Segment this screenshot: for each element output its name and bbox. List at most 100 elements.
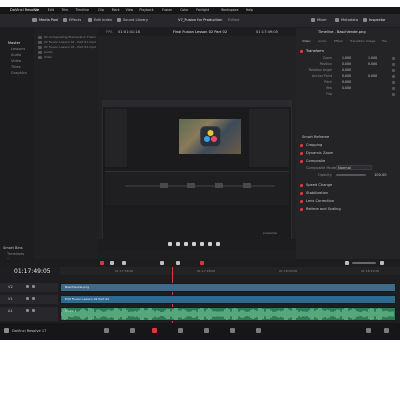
section-dynamic-zoom[interactable]: Dynamic Zoom xyxy=(306,151,333,155)
section-toggle-icon[interactable] xyxy=(300,151,303,155)
sound-library-icon[interactable] xyxy=(117,18,121,22)
play-reverse-icon[interactable] xyxy=(184,242,188,246)
reset-icon[interactable] xyxy=(392,80,395,84)
zoom-out-icon[interactable] xyxy=(345,261,349,265)
mixer-icon[interactable] xyxy=(311,18,315,22)
clip-item[interactable]: Audio xyxy=(44,50,53,54)
menu-item-mark[interactable]: Mark xyxy=(112,8,120,12)
effects-icon[interactable] xyxy=(63,18,67,22)
transform-section-title[interactable]: Transform xyxy=(306,49,324,53)
clip-item[interactable]: 02 Compositing Elements in Fusion Part 0… xyxy=(44,35,96,39)
bin-titles[interactable]: Titles xyxy=(11,65,21,69)
fairlight-page-icon[interactable] xyxy=(230,328,235,333)
timeline-clip[interactable]: Edit Fusion Lesson 02 Part 02 xyxy=(60,295,396,304)
timeline-clip[interactable]: Baschlende.png xyxy=(60,283,396,292)
track-lock-icon[interactable] xyxy=(26,297,29,300)
menu-item-timeline[interactable]: Timeline xyxy=(75,8,89,12)
section-toggle-icon[interactable] xyxy=(300,143,303,147)
track-toggle-icon[interactable] xyxy=(32,297,35,300)
reset-icon[interactable] xyxy=(392,86,395,90)
transform-y-value[interactable]: 0.000 xyxy=(368,62,377,66)
bin-video[interactable]: Video xyxy=(11,59,21,63)
section-retime-and-scaling[interactable]: Retime and Scaling xyxy=(306,207,341,211)
media-page-icon[interactable] xyxy=(104,328,109,333)
menu-item-workspace[interactable]: Workspace xyxy=(221,8,238,12)
menu-item-color[interactable]: Color xyxy=(180,8,188,12)
edit-page-icon[interactable] xyxy=(152,328,157,333)
menu-item-fusion[interactable]: Fusion xyxy=(162,8,172,12)
flag-icon[interactable] xyxy=(200,261,204,265)
zoom-in-icon[interactable] xyxy=(380,261,384,265)
mixer-button[interactable]: Mixer xyxy=(317,18,327,22)
transform-x-value[interactable]: 0.000 xyxy=(342,80,351,84)
reset-icon[interactable] xyxy=(392,62,395,66)
bin-graphics[interactable]: Graphics xyxy=(11,71,27,75)
section-toggle-icon[interactable] xyxy=(300,159,303,163)
opacity-slider[interactable] xyxy=(336,174,366,176)
selection-tool-icon[interactable] xyxy=(100,261,104,265)
transform-x-value[interactable]: 0.000 xyxy=(342,68,351,72)
section-toggle-icon[interactable] xyxy=(300,207,303,211)
menu-item-trim[interactable]: Trim xyxy=(62,8,69,12)
zoom-slider[interactable] xyxy=(352,262,376,264)
menu-item-file[interactable]: File xyxy=(34,8,39,12)
section-toggle-icon[interactable] xyxy=(300,199,303,203)
opacity-value[interactable]: 100.00 xyxy=(374,173,387,177)
transform-toggle-icon[interactable] xyxy=(300,50,303,53)
transform-y-value[interactable]: 0.000 xyxy=(368,74,377,78)
tab-transition[interactable]: Transition xyxy=(350,39,365,43)
reset-icon[interactable] xyxy=(392,92,395,96)
inspector-icon[interactable] xyxy=(363,18,367,22)
menu-item-help[interactable]: Help xyxy=(246,8,253,12)
bin-audio[interactable]: Audio xyxy=(11,53,21,57)
metadata-button[interactable]: Metadata xyxy=(341,18,358,22)
transform-y-value[interactable]: 1.000 xyxy=(368,56,377,60)
reset-icon[interactable] xyxy=(392,56,395,60)
step-forward-icon[interactable] xyxy=(208,242,212,246)
tab-effect[interactable]: Effect xyxy=(334,39,343,43)
play-icon[interactable] xyxy=(200,242,204,246)
sound-library-button[interactable]: Sound Library xyxy=(123,18,148,22)
transform-x-value[interactable]: 0.000 xyxy=(342,74,351,78)
link-icon[interactable] xyxy=(176,261,180,265)
clip-item[interactable]: Video xyxy=(44,55,52,59)
media-pool-button[interactable]: Media Pool xyxy=(39,18,58,22)
trim-tool-icon[interactable] xyxy=(110,261,114,265)
fusion-page-icon[interactable] xyxy=(178,328,183,333)
transform-x-value[interactable]: 1.000 xyxy=(342,56,351,60)
transform-x-value[interactable]: 0.000 xyxy=(342,62,351,66)
menu-item-clip[interactable]: Clip xyxy=(98,8,104,12)
section-composite[interactable]: Composite xyxy=(306,159,325,163)
track-lock-icon[interactable] xyxy=(26,309,29,312)
tab-audio[interactable]: Audio xyxy=(318,39,327,43)
section-cropping[interactable]: Cropping xyxy=(306,143,322,147)
track-toggle-icon[interactable] xyxy=(32,285,35,288)
bin-master[interactable]: Master xyxy=(8,41,20,45)
deliver-page-icon[interactable] xyxy=(256,328,261,333)
reset-icon[interactable] xyxy=(392,74,395,78)
transform-x-value[interactable]: 0.000 xyxy=(342,86,351,90)
menu-item-edit[interactable]: Edit xyxy=(48,8,54,12)
effects-button[interactable]: Effects xyxy=(69,18,81,22)
edit-index-icon[interactable] xyxy=(88,18,92,22)
clip-item[interactable]: 02 Fusion Lesson 02 - Part 01.mp4 xyxy=(44,40,96,44)
media-pool-icon[interactable] xyxy=(32,18,37,22)
stop-icon[interactable] xyxy=(168,242,172,246)
track-lock-icon[interactable] xyxy=(26,285,29,288)
track-toggle-icon[interactable] xyxy=(32,309,35,312)
smart-bin-timelines[interactable]: Timelines xyxy=(7,252,24,256)
inspector-button[interactable]: Inspector xyxy=(369,18,386,22)
metadata-icon[interactable] xyxy=(335,18,339,22)
edit-index-button[interactable]: Edit Index xyxy=(94,18,112,22)
cut-page-icon[interactable] xyxy=(130,328,135,333)
color-page-icon[interactable] xyxy=(204,328,209,333)
stop-button-icon[interactable] xyxy=(192,242,196,246)
tab-video[interactable]: Video xyxy=(302,39,310,43)
tab-image[interactable]: Image xyxy=(366,39,375,43)
clip-item[interactable]: 02 Fusion Lesson 02 - Part 02.mp4 xyxy=(44,45,96,49)
reset-icon[interactable] xyxy=(392,68,395,72)
tab-file[interactable]: File xyxy=(382,39,387,43)
snap-icon[interactable] xyxy=(160,261,164,265)
section-stabilization[interactable]: Stabilization xyxy=(306,191,328,195)
home-icon[interactable] xyxy=(366,328,371,333)
